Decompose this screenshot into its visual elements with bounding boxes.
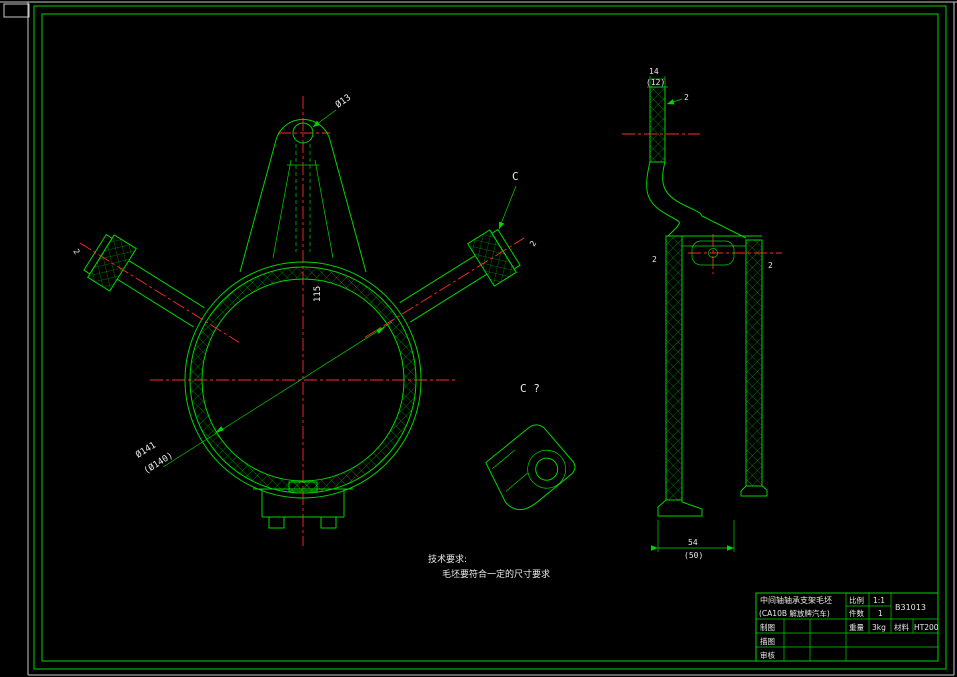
weight-label: 重量 bbox=[849, 623, 864, 632]
scale-value: 1:1 bbox=[873, 596, 885, 605]
cad-canvas[interactable]: Ø13 C 115 Ø141 (Ø140) 2 2 14 (12) 2 2 2 … bbox=[0, 0, 957, 677]
left-wall-section bbox=[665, 235, 683, 501]
dim-bottom-width: 54 bbox=[688, 538, 698, 547]
qty-label: 件数 bbox=[849, 608, 864, 618]
dim-height-label: 115 bbox=[313, 286, 323, 302]
detail-c-label: C ? bbox=[520, 382, 540, 395]
dim-left-wall: 2 bbox=[652, 255, 657, 264]
dim-right-wall: 2 bbox=[768, 261, 773, 270]
qty-value: 1 bbox=[878, 609, 883, 618]
material-label: 材料 bbox=[894, 622, 909, 632]
right-wall-section bbox=[745, 239, 763, 487]
viewport-indicator bbox=[3, 3, 30, 18]
left-arm bbox=[79, 233, 240, 343]
title-block: 中间轴轴承支架毛坯 (CA10B 解放牌汽车) 比例 1:1 件数 1 B310… bbox=[755, 592, 939, 662]
dim-bore-label: Ø141 bbox=[134, 440, 158, 461]
right-arm bbox=[364, 228, 525, 338]
dim-top-width-alt: (12) bbox=[646, 78, 665, 87]
weight-value: 3kg bbox=[872, 623, 886, 632]
dim-bottom-width-alt: (50) bbox=[684, 551, 703, 560]
front-dimensions: Ø13 C 115 Ø141 (Ø140) 2 2 bbox=[71, 92, 538, 476]
side-lug-strip bbox=[649, 86, 666, 163]
notes-title: 技术要求: bbox=[428, 553, 467, 565]
material-value: HT200 bbox=[914, 623, 939, 632]
part-name: 中间轴轴承支架毛坯 bbox=[760, 595, 832, 605]
dim-right-boss-label: 2 bbox=[528, 239, 538, 248]
scale-label: 比例 bbox=[849, 595, 864, 605]
dim-hole-label: Ø13 bbox=[333, 92, 353, 110]
cad-drawing: Ø13 C 115 Ø141 (Ø140) 2 2 14 (12) 2 2 2 … bbox=[0, 1, 957, 676]
dim-top-width: 14 bbox=[649, 67, 659, 76]
drawing-number: B31013 bbox=[895, 603, 926, 612]
detail-c-view: C ? bbox=[485, 382, 576, 511]
notes-line1: 毛坯要符合一定的尺寸要求 bbox=[442, 568, 550, 580]
detail-hole bbox=[535, 457, 559, 481]
front-view: Ø13 C 115 Ø141 (Ø140) 2 2 bbox=[71, 92, 538, 546]
row-trace: 描图 bbox=[760, 636, 775, 646]
row-draft: 制图 bbox=[760, 622, 775, 632]
dim-top-thickness: 2 bbox=[684, 93, 689, 102]
part-model: (CA10B 解放牌汽车) bbox=[759, 608, 830, 618]
technical-notes: 技术要求: 毛坯要符合一定的尺寸要求 bbox=[428, 553, 550, 580]
section-c-label: C bbox=[512, 170, 519, 183]
row-check: 审核 bbox=[760, 650, 775, 660]
dim-left-boss-label: 2 bbox=[71, 247, 81, 256]
side-view: 14 (12) 2 2 2 54 (50) bbox=[622, 67, 782, 560]
